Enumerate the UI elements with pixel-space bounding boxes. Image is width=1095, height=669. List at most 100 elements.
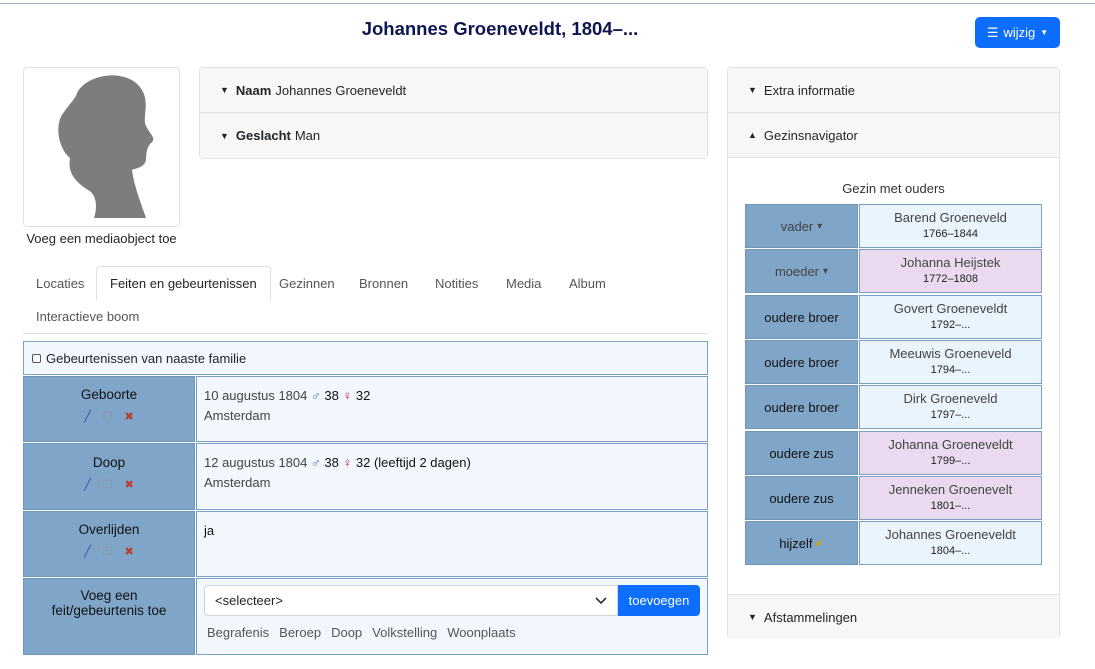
family-events-toggle[interactable]: Gebeurtenissen van naaste familie [23,341,708,375]
family-role: oudere zus [745,476,858,520]
family-navigator-section[interactable]: ▲ Gezinsnavigator [728,113,1059,158]
person-name: Govert Groeneveldt [893,301,1008,316]
family-role: hijzelf ✔ [745,521,858,565]
family-role-label: hijzelf [779,535,813,551]
delete-icon[interactable]: ✖ [125,410,134,423]
family-role-label: moeder [774,263,820,279]
triangle-down-icon: ▼ [220,130,229,141]
descendants-section[interactable]: ▼ Afstammelingen [728,594,1059,639]
family-role[interactable]: moeder ▾ [745,249,858,293]
family-person[interactable]: Jenneken Groenevelt 1801–... [859,476,1042,520]
add-event-button[interactable]: toevoegen [618,585,700,616]
copy-icon[interactable]: ❐ [103,410,113,423]
family-person[interactable]: Barend Groeneveld 1766–1844 [859,204,1042,248]
caret-down-icon: ▾ [817,220,823,232]
quick-add-links: Begrafenis Beroep Doop Volkstelling Woon… [207,625,516,640]
father-age: 38 [324,455,339,470]
silhouette-icon [58,75,154,218]
person-name: Johanna Groeneveldt [888,437,1013,452]
event-date: 10 augustus 1804 [204,388,308,403]
tab-locaties[interactable]: Locaties [23,266,97,301]
family-role[interactable]: vader ▾ [745,204,858,248]
event-value-baptism: 12 augustus 1804 ♂ 38 ♀ 32 (leeftijd 2 d… [196,443,708,510]
add-media-link[interactable]: Voeg een mediaobject toe [23,231,180,246]
female-icon: ♀ [342,388,353,403]
event-type-select[interactable]: <selecteer> [204,585,618,616]
tab-feiten[interactable]: Feiten en gebeurtenissen [96,266,271,301]
father-age: 38 [324,388,339,403]
family-role: oudere broer [745,340,858,384]
person-name: Johanna Heijstek [900,255,1001,270]
quick-link[interactable]: Beroep [279,625,321,640]
family-role-label: oudere broer [764,399,839,415]
family-role: oudere broer [745,385,858,429]
edit-icon[interactable]: ╱ [84,545,91,558]
family-person[interactable]: Meeuwis Groeneveld 1794–... [859,340,1042,384]
family-person[interactable]: Dirk Groeneveld 1797–... [859,385,1042,429]
event-date: 12 augustus 1804 [204,455,308,470]
quick-link[interactable]: Volkstelling [372,625,437,640]
gender-summary[interactable]: ▼ Geslacht Man [200,113,707,158]
event-value-death: ja [196,511,708,577]
name-value: Johannes Groeneveldt [275,82,407,98]
triangle-down-icon: ▼ [748,85,757,95]
family-role-label: oudere broer [764,309,839,325]
triangle-down-icon: ▼ [748,612,757,622]
tab-bronnen[interactable]: Bronnen [346,266,421,301]
chevron-down-icon [595,596,607,604]
edit-icon[interactable]: ╱ [84,478,91,491]
person-name: Barend Groeneveld [894,210,1007,225]
media-placeholder[interactable] [23,67,180,227]
edit-icon[interactable]: ╱ [84,410,91,423]
gender-label: Geslacht [235,128,291,143]
checkbox[interactable] [32,353,41,363]
section-label: Afstammelingen [763,609,858,625]
tab-album[interactable]: Album [556,266,619,301]
tab-notities[interactable]: Notities [422,266,491,301]
menu-icon: ☰ [986,24,999,40]
tab-media[interactable]: Media [493,266,554,301]
event-label-birth: Geboorte ╱ ❐ ✖ [23,376,195,442]
edit-menu-button[interactable]: ☰ wijzig ▼ [975,17,1060,48]
person-dates: 1794–... [930,364,971,376]
person-dates: 1792–... [930,319,971,331]
quick-link[interactable]: Begrafenis [207,625,269,640]
person-dates: 1766–1844 [922,228,979,240]
copy-icon[interactable]: ❐ [103,478,113,491]
delete-icon[interactable]: ✖ [125,545,134,558]
name-label: Naam [235,82,272,98]
family-person[interactable]: Govert Groeneveldt 1792–... [859,295,1042,339]
event-value: ja [204,523,215,538]
mother-age: 32 [355,388,371,403]
event-label-death: Overlijden ╱ ❐ ✖ [23,511,195,577]
top-border [0,3,1095,4]
event-value-birth: 10 augustus 1804 ♂ 38 ♀ 32 Amsterdam [196,376,708,442]
tab-interactieve-boom[interactable]: Interactieve boom [23,299,152,334]
delete-icon[interactable]: ✖ [125,478,134,491]
section-label: Extra informatie [763,82,855,98]
extra-info-section[interactable]: ▼ Extra informatie [728,68,1059,113]
quick-link[interactable]: Doop [331,625,362,640]
family-role-label: oudere zus [769,445,834,461]
family-role: oudere broer [745,295,858,339]
copy-icon[interactable]: ❐ [103,545,113,558]
quick-link[interactable]: Woonplaats [447,625,515,640]
tab-gezinnen[interactable]: Gezinnen [266,266,348,301]
family-person[interactable]: Johanna Groeneveldt 1799–... [859,431,1042,475]
person-dates: 1804–... [930,545,971,557]
family-title: Gezin met ouders [842,181,945,196]
male-icon: ♂ [311,455,321,470]
add-event-label: Voeg een feit/gebeurtenis toe [23,578,195,655]
family-role-label: vader [780,218,814,234]
section-label: Gezinsnavigator [763,127,858,143]
name-summary[interactable]: ▼ Naam Johannes Groeneveldt [200,68,707,113]
tab-bar: Locaties Feiten en gebeurtenissen Gezinn… [23,266,708,334]
mother-age: 32 [355,455,371,470]
family-role-label: oudere broer [764,354,839,370]
family-role-label: oudere zus [769,490,834,506]
family-person[interactable]: Johannes Groeneveldt 1804–... [859,521,1042,565]
family-person[interactable]: Johanna Heijstek 1772–1808 [859,249,1042,293]
family-role: oudere zus [745,431,858,475]
event-type: Doop [92,455,126,470]
edit-button-label: wijzig [1003,25,1036,40]
